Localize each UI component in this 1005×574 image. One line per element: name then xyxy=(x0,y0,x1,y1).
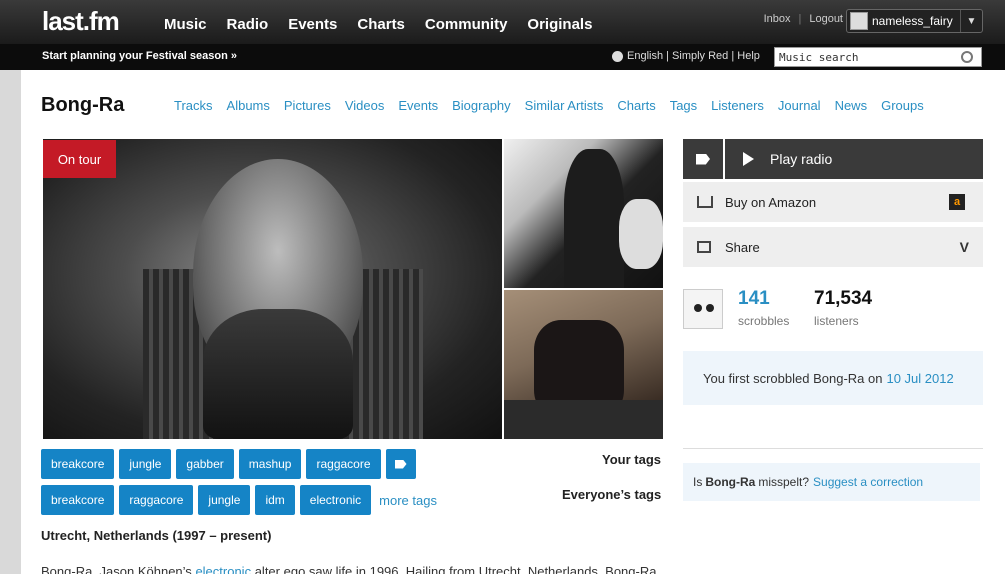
search-input[interactable] xyxy=(775,50,955,64)
tab-tracks[interactable]: Tracks xyxy=(174,98,213,113)
tag-chip[interactable]: raggacore xyxy=(119,485,194,515)
suggest-correction-link[interactable]: Suggest a correction xyxy=(813,475,923,489)
tab-charts[interactable]: Charts xyxy=(617,98,655,113)
nav-radio[interactable]: Radio xyxy=(227,16,269,33)
share-icon xyxy=(697,241,711,253)
tag-artist-button[interactable] xyxy=(683,139,723,179)
tag-chip[interactable]: idm xyxy=(255,485,295,515)
globe-icon xyxy=(612,50,623,62)
chevron-down-icon[interactable]: V xyxy=(960,239,969,255)
share-label: Share xyxy=(725,239,760,255)
festival-link[interactable]: Start planning your Festival season » xyxy=(42,50,237,62)
artist-page: Bong-Ra Tracks Albums Pictures Videos Ev… xyxy=(21,70,1005,574)
tag-chip[interactable]: jungle xyxy=(119,449,172,479)
your-tags-label: Your tags xyxy=(602,452,661,467)
avatar-eye xyxy=(694,304,702,312)
nav-charts[interactable]: Charts xyxy=(357,16,405,33)
cart-icon xyxy=(697,196,713,208)
tag-chip[interactable]: mashup xyxy=(238,449,302,479)
scrobbles-count[interactable]: 141 xyxy=(738,288,770,310)
play-icon xyxy=(743,152,754,166)
tag-chip[interactable]: breakcore xyxy=(41,449,115,479)
bio-genre-link[interactable]: electronic xyxy=(195,564,251,574)
username: nameless_fairy xyxy=(872,14,953,28)
tab-similar-artists[interactable]: Similar Artists xyxy=(525,98,604,113)
tag-chip[interactable]: breakcore xyxy=(41,485,115,515)
artist-origin: Utrecht, Netherlands (1997 – present) xyxy=(41,528,272,543)
scrobbles-label: scrobbles xyxy=(738,314,790,328)
tab-news[interactable]: News xyxy=(835,98,868,113)
page-title: Bong-Ra xyxy=(41,94,125,116)
bio-text: alter ego saw life in 1996. Hailing from… xyxy=(254,564,657,574)
tag-icon xyxy=(394,459,407,469)
tab-biography[interactable]: Biography xyxy=(452,98,511,113)
nav-community[interactable]: Community xyxy=(425,16,508,33)
language-bar: English | Simply Red | Help xyxy=(612,50,760,62)
music-search xyxy=(774,47,982,67)
artist-subnav: Tracks Albums Pictures Videos Events Bio… xyxy=(174,98,924,113)
buy-amazon-label: Buy on Amazon xyxy=(725,194,817,210)
first-scrobble-date[interactable]: 10 Jul 2012 xyxy=(886,371,953,386)
your-tags-row: breakcore jungle gabber mashup raggacore xyxy=(41,449,416,479)
more-tags-link[interactable]: more tags xyxy=(379,493,437,508)
avatar-eye xyxy=(706,304,714,312)
play-radio-button[interactable]: Play radio xyxy=(725,139,983,179)
everyone-tags-row: breakcore raggacore jungle idm electroni… xyxy=(41,485,437,515)
tab-groups[interactable]: Groups xyxy=(881,98,924,113)
bio-text: Bong-Ra, Jason Köhnen’s xyxy=(41,564,192,574)
misspelt-prefix: Is xyxy=(693,475,703,489)
avatar[interactable] xyxy=(683,289,723,329)
artist-main-photo[interactable] xyxy=(43,139,502,439)
user-links: Inbox | Logout xyxy=(764,13,843,25)
photo-detail xyxy=(203,309,353,439)
artist-thumb-photo-1[interactable] xyxy=(504,139,663,288)
nav-music[interactable]: Music xyxy=(164,16,207,33)
everyone-tags-label: Everyone’s tags xyxy=(562,487,662,502)
top-header: last.fm Music Radio Events Charts Commun… xyxy=(0,0,1005,44)
tab-journal[interactable]: Journal xyxy=(778,98,821,113)
listeners-label: listeners xyxy=(814,314,859,328)
user-avatar-icon xyxy=(850,12,868,30)
chevron-down-icon[interactable]: ▼ xyxy=(960,10,982,32)
tab-albums[interactable]: Albums xyxy=(227,98,270,113)
artist-thumb-photo-2[interactable] xyxy=(504,290,663,439)
separator: | xyxy=(798,13,802,25)
misspelt-note: Is Bong-Ra misspelt? Suggest a correctio… xyxy=(683,463,980,501)
search-icon[interactable] xyxy=(961,51,973,63)
tag-chip[interactable]: gabber xyxy=(176,449,234,479)
tab-listeners[interactable]: Listeners xyxy=(711,98,764,113)
on-tour-badge[interactable]: On tour xyxy=(43,140,116,178)
tag-icon xyxy=(696,153,710,165)
photo-detail xyxy=(504,400,663,439)
first-scrobble-text: You first scrobbled Bong-Ra on xyxy=(703,370,883,386)
tag-chip[interactable]: raggacore xyxy=(306,449,381,479)
buy-amazon-button[interactable]: Buy on Amazon a xyxy=(683,182,983,222)
artist-bio: Bong-Ra, Jason Köhnen’s electronic alter… xyxy=(41,564,661,574)
tab-events[interactable]: Events xyxy=(398,98,438,113)
tab-pictures[interactable]: Pictures xyxy=(284,98,331,113)
main-nav: Music Radio Events Charts Community Orig… xyxy=(164,16,592,33)
amazon-icon: a xyxy=(949,194,965,210)
tag-chip[interactable]: jungle xyxy=(198,485,251,515)
photo-detail xyxy=(619,199,663,269)
listeners-count: 71,534 xyxy=(814,288,873,309)
nav-originals[interactable]: Originals xyxy=(527,16,592,33)
inbox-link[interactable]: Inbox xyxy=(764,13,791,25)
share-button[interactable]: Share V xyxy=(683,227,983,267)
user-menu[interactable]: nameless_fairy ▼ xyxy=(846,9,983,33)
misspelt-suffix: misspelt? xyxy=(758,475,810,489)
tab-videos[interactable]: Videos xyxy=(345,98,385,113)
logout-link[interactable]: Logout xyxy=(809,13,843,25)
tag-chip[interactable]: electronic xyxy=(299,485,372,515)
misspelt-artist: Bong-Ra xyxy=(705,475,756,489)
language-links[interactable]: English | Simply Red | Help xyxy=(627,50,760,62)
first-scrobble-note: You first scrobbled Bong-Ra on 10 Jul 20… xyxy=(683,351,983,405)
photo-detail xyxy=(564,149,624,288)
divider xyxy=(683,448,983,449)
lastfm-logo[interactable]: last.fm xyxy=(42,6,120,37)
tab-tags[interactable]: Tags xyxy=(670,98,697,113)
nav-events[interactable]: Events xyxy=(288,16,337,33)
add-tag-button[interactable] xyxy=(385,449,416,479)
play-radio-label: Play radio xyxy=(770,151,833,167)
